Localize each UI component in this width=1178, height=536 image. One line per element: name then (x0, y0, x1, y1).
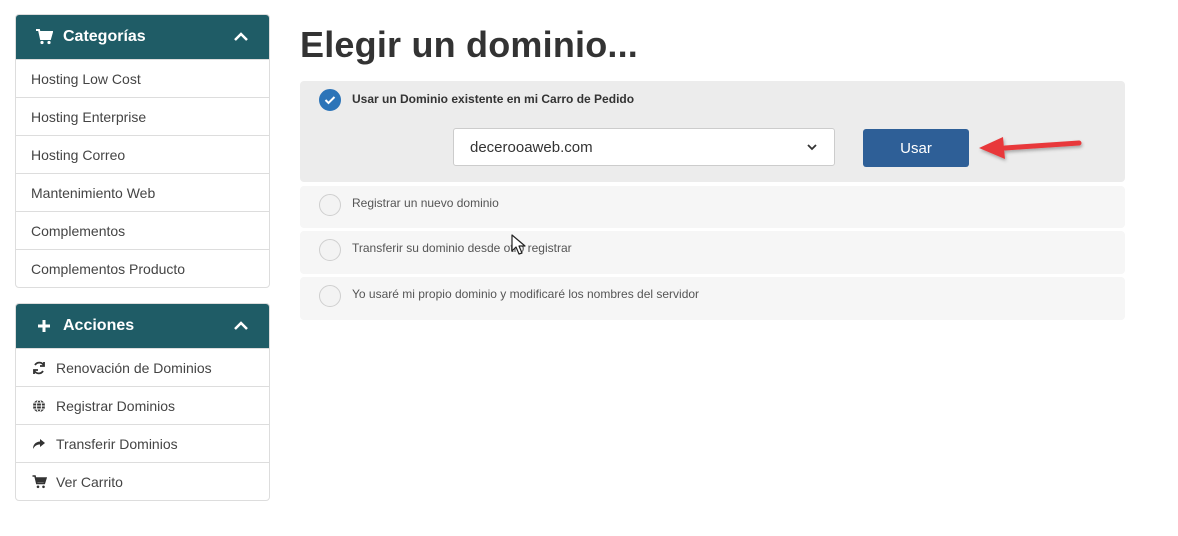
annotation-arrow-icon (979, 137, 1082, 159)
option-own-domain: Yo usaré mi propio dominio y modificaré … (300, 277, 1125, 320)
plus-icon (35, 317, 53, 335)
cart-icon (35, 28, 53, 46)
actions-panel-header[interactable]: Acciones (16, 304, 269, 348)
domain-select-value: decerooaweb.com (470, 138, 593, 156)
actions-title: Acciones (63, 317, 135, 334)
domain-select[interactable]: decerooaweb.com (453, 128, 835, 166)
sidebar-item-label: Transferir Dominios (56, 435, 178, 452)
chevron-up-icon[interactable] (232, 317, 250, 335)
radio-transfer-domain[interactable] (319, 239, 341, 261)
sidebar-item-complementos-producto[interactable]: Complementos Producto (16, 249, 269, 287)
checkmark-icon (324, 96, 336, 105)
page-title: Elegir un dominio... (300, 24, 639, 65)
actions-panel: Acciones Renovación de Dominios Registra… (15, 303, 270, 501)
chevron-down-icon (806, 141, 818, 153)
sidebar-item-ver-carrito[interactable]: Ver Carrito (16, 462, 269, 500)
sidebar-item-label: Registrar Dominios (56, 397, 176, 414)
option-existing-label: Usar un Dominio existente en mi Carro de… (352, 92, 635, 106)
radio-existing-domain[interactable] (319, 89, 341, 111)
sidebar-item-hosting-enterprise[interactable]: Hosting Enterprise (16, 97, 269, 135)
sidebar-item-transferir[interactable]: Transferir Dominios (16, 424, 269, 462)
categories-panel: Categorías Hosting Low Cost Hosting Ente… (15, 14, 270, 288)
globe-icon (31, 398, 47, 414)
sidebar-item-mantenimiento-web[interactable]: Mantenimiento Web (16, 173, 269, 211)
chevron-up-icon[interactable] (232, 28, 250, 46)
categories-panel-header[interactable]: Categorías (16, 15, 269, 59)
sidebar-item-label: Renovación de Dominios (56, 359, 212, 376)
mouse-cursor-icon (511, 234, 526, 255)
radio-register-domain[interactable] (319, 194, 341, 216)
sidebar-item-registrar[interactable]: Registrar Dominios (16, 386, 269, 424)
sidebar-item-label: Ver Carrito (56, 473, 123, 490)
refresh-icon (31, 360, 47, 376)
sidebar-item-hosting-correo[interactable]: Hosting Correo (16, 135, 269, 173)
radio-own-domain[interactable] (319, 285, 341, 307)
option-transfer-label: Transferir su dominio desde otro registr… (352, 241, 572, 255)
cart-icon (31, 474, 47, 490)
option-transfer-domain: Transferir su dominio desde otro registr… (300, 231, 1125, 274)
use-button[interactable]: Usar (863, 129, 969, 167)
option-register-domain: Registrar un nuevo dominio (300, 186, 1125, 228)
sidebar-item-complementos[interactable]: Complementos (16, 211, 269, 249)
categories-title: Categorías (63, 28, 146, 45)
sidebar-item-hosting-low-cost[interactable]: Hosting Low Cost (16, 59, 269, 97)
option-own-label: Yo usaré mi propio dominio y modificaré … (352, 287, 700, 301)
sidebar-item-renovacion[interactable]: Renovación de Dominios (16, 348, 269, 386)
option-register-label: Registrar un nuevo dominio (352, 196, 499, 210)
share-arrow-icon (31, 436, 47, 452)
